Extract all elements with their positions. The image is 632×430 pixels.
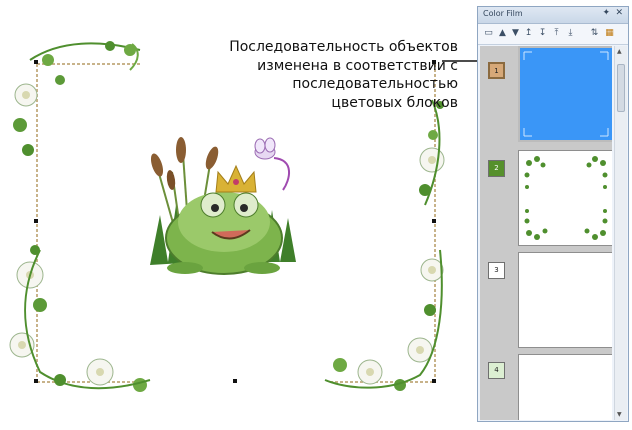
selection-handle-bottom-center[interactable] bbox=[233, 379, 237, 383]
swatch-number: 1 bbox=[494, 67, 499, 75]
color-swatch-4[interactable]: 4 bbox=[488, 362, 505, 379]
move-down-icon[interactable]: ▼ bbox=[509, 27, 522, 40]
corner-ornament-top-right bbox=[419, 99, 445, 206]
color-swatch-3[interactable]: 3 bbox=[488, 262, 505, 279]
color-swatch-1[interactable]: 1 bbox=[488, 62, 505, 79]
color-film-panel: Color Film ✦ ✕ ▭ ▲ ▼ ↥ ↧ ⤒ ⤓ ⇅ ▦ 1 2 3 4… bbox=[477, 6, 629, 422]
color-block-4-thumbnail[interactable] bbox=[518, 354, 612, 420]
move-to-end-icon[interactable]: ⤓ bbox=[564, 27, 577, 40]
frog-motif bbox=[150, 137, 296, 275]
corner-ornament-bottom-right bbox=[324, 249, 444, 391]
selection-handle-top-left[interactable] bbox=[34, 60, 38, 64]
selection-handle-bottom-left[interactable] bbox=[34, 379, 38, 383]
corner-ornament-bottom-left bbox=[9, 245, 151, 392]
design-canvas[interactable]: Последовательность объектов изменена в с… bbox=[0, 0, 494, 426]
color-blocks-icon[interactable]: ▦ bbox=[603, 27, 616, 40]
film-view-icon[interactable]: ▭ bbox=[482, 27, 495, 40]
scroll-up-icon[interactable]: ▲ bbox=[617, 48, 622, 55]
callout-line: последовательностью bbox=[292, 76, 458, 92]
color-swatch-2[interactable]: 2 bbox=[488, 160, 505, 177]
thumbnail-leaf-frame bbox=[524, 156, 608, 240]
swatch-number: 2 bbox=[494, 164, 499, 172]
move-up-one-icon[interactable]: ↥ bbox=[522, 27, 535, 40]
annotation-callout: Последовательность объектов изменена в с… bbox=[140, 38, 458, 112]
vertical-scrollbar[interactable]: ▲ ▼ bbox=[614, 46, 627, 420]
color-block-3-thumbnail[interactable] bbox=[518, 252, 612, 348]
panel-titlebar[interactable]: Color Film ✦ ✕ bbox=[478, 7, 628, 24]
thumbnail-corner-marks bbox=[523, 51, 609, 137]
close-icon[interactable]: ✕ bbox=[615, 8, 623, 18]
sort-icon[interactable]: ⇅ bbox=[588, 27, 601, 40]
selection-handle-middle-right[interactable] bbox=[432, 219, 436, 223]
selection-handle-bottom-right[interactable] bbox=[432, 379, 436, 383]
callout-line: изменена в соответствии с bbox=[257, 57, 458, 74]
move-up-icon[interactable]: ▲ bbox=[496, 27, 509, 40]
move-to-start-icon[interactable]: ⤒ bbox=[550, 27, 563, 40]
move-down-one-icon[interactable]: ↧ bbox=[536, 27, 549, 40]
color-film-list: 1 2 3 4 bbox=[480, 46, 612, 420]
scrollbar-thumb[interactable] bbox=[617, 64, 625, 112]
pin-icon[interactable]: ✦ bbox=[602, 8, 610, 18]
color-block-2-thumbnail[interactable] bbox=[518, 150, 612, 246]
panel-toolbar: ▭ ▲ ▼ ↥ ↧ ⤒ ⤓ ⇅ ▦ bbox=[478, 24, 628, 45]
callout-line: Последовательность объектов bbox=[229, 39, 458, 55]
panel-title: Color Film bbox=[483, 9, 523, 18]
corner-ornament-top-left bbox=[13, 41, 141, 156]
scroll-down-icon[interactable]: ▼ bbox=[617, 411, 622, 418]
selection-handle-middle-left[interactable] bbox=[34, 219, 38, 223]
swatch-number: 3 bbox=[494, 266, 499, 274]
callout-line: цветовых блоков bbox=[331, 94, 458, 111]
color-block-1-thumbnail[interactable] bbox=[518, 46, 612, 142]
swatch-number: 4 bbox=[494, 366, 499, 374]
